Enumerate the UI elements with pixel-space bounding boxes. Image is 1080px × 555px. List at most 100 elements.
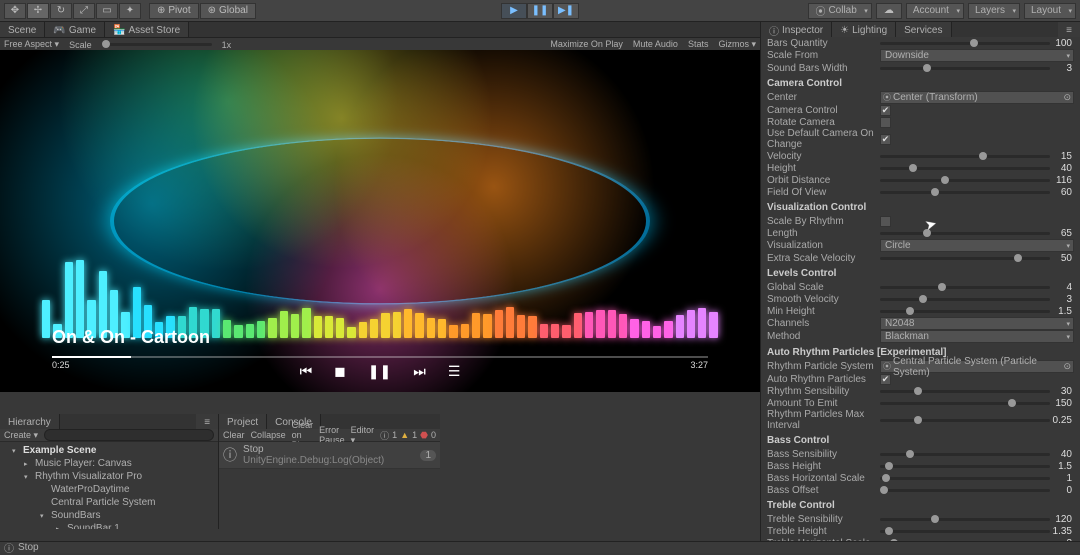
account-dropdown[interactable]: Account: [906, 3, 964, 19]
log-message: Stop: [243, 444, 384, 455]
time-elapsed: 0:25: [52, 360, 70, 370]
slider[interactable]: [880, 155, 1050, 158]
log-info-icon: ⓘ: [223, 445, 237, 465]
stop-icon[interactable]: ◼: [334, 363, 346, 380]
section-header: Visualization Control: [761, 198, 1080, 215]
global-toggle[interactable]: ⊛Global: [200, 3, 256, 19]
pause-icon[interactable]: ❚❚: [368, 363, 391, 380]
aspect-dropdown[interactable]: Free Aspect ▾: [4, 39, 59, 50]
pivot-toggle[interactable]: ⊕Pivot: [149, 3, 199, 19]
scale-value: 1x: [222, 40, 232, 50]
info-icon[interactable]: ⓘ: [380, 429, 389, 442]
error-count: 0: [431, 430, 436, 440]
property-label: Rhythm Particles Max Interval: [767, 409, 880, 431]
slider[interactable]: [880, 42, 1050, 45]
slider[interactable]: [880, 67, 1050, 70]
hierarchy-item[interactable]: ▾Rhythm Visualizator Pro: [0, 470, 218, 483]
slider[interactable]: [880, 298, 1050, 301]
slider[interactable]: [880, 518, 1050, 521]
stats-toggle[interactable]: Stats: [688, 39, 709, 50]
slider[interactable]: [880, 530, 1050, 533]
slider[interactable]: [880, 286, 1050, 289]
checkbox[interactable]: ✔: [880, 134, 891, 145]
dropdown[interactable]: Circle: [880, 239, 1074, 252]
hierarchy-search[interactable]: [44, 429, 214, 441]
slider[interactable]: [880, 390, 1050, 393]
seek-bar[interactable]: [52, 356, 708, 358]
inspector-menu-icon[interactable]: ≡: [1058, 22, 1080, 37]
prev-track-icon[interactable]: ⏮: [300, 363, 313, 380]
scale-slider[interactable]: [102, 43, 212, 46]
log-entry[interactable]: ⓘ Stop UnityEngine.Debug:Log(Object) 1: [219, 442, 440, 469]
cloud-icon[interactable]: ☁: [876, 3, 902, 19]
checkbox[interactable]: ✔: [880, 105, 891, 116]
hierarchy-item[interactable]: ▸SoundBar 1: [0, 522, 218, 529]
maximize-toggle[interactable]: Maximize On Play: [550, 39, 623, 50]
slider[interactable]: [880, 465, 1050, 468]
rotate-tool[interactable]: ↻: [50, 3, 72, 19]
scale-tool[interactable]: ⤢: [73, 3, 95, 19]
section-header: Camera Control: [761, 74, 1080, 91]
layers-dropdown[interactable]: Layers: [968, 3, 1020, 19]
slider[interactable]: [880, 402, 1050, 405]
hierarchy-menu-icon[interactable]: ≡: [196, 414, 218, 429]
object-field[interactable]: Central Particle System (Particle System…: [880, 360, 1074, 373]
error-icon[interactable]: ⬣: [420, 430, 428, 441]
gizmos-dropdown[interactable]: Gizmos ▾: [718, 39, 756, 50]
hierarchy-item[interactable]: ▾SoundBars: [0, 509, 218, 522]
property-label: Use Default Camera On Change: [767, 128, 880, 150]
property-label: Rhythm Sensibility: [767, 386, 880, 397]
playlist-icon[interactable]: ☰: [448, 363, 461, 380]
tab-game[interactable]: 🎮Game: [45, 22, 105, 37]
tab-inspector[interactable]: ⓘInspector: [761, 22, 832, 37]
console-clear[interactable]: Clear: [223, 430, 245, 440]
property-label: Bass Horizontal Scale: [767, 473, 880, 484]
slider[interactable]: [880, 191, 1050, 194]
play-button[interactable]: ▶: [501, 3, 527, 19]
collab-dropdown[interactable]: ⦿Collab: [808, 3, 871, 19]
pause-button[interactable]: ❚❚: [527, 3, 553, 19]
hand-tool[interactable]: ✥: [4, 3, 26, 19]
tab-asset-store[interactable]: 🏪Asset Store: [105, 22, 189, 37]
console-collapse[interactable]: Collapse: [251, 430, 286, 440]
hierarchy-item[interactable]: ▾Example Scene: [0, 444, 218, 457]
slider[interactable]: [880, 489, 1050, 492]
checkbox[interactable]: [880, 117, 891, 128]
next-track-icon[interactable]: ⏭: [413, 363, 426, 380]
tab-services[interactable]: Services: [896, 22, 951, 37]
tab-lighting[interactable]: ☀Lighting: [832, 22, 896, 37]
slider[interactable]: [880, 232, 1050, 235]
checkbox[interactable]: [880, 216, 891, 227]
slider[interactable]: [880, 167, 1050, 170]
hierarchy-item[interactable]: ▸Music Player: Canvas: [0, 457, 218, 470]
layout-dropdown[interactable]: Layout: [1024, 3, 1076, 19]
section-header: Bass Control: [761, 431, 1080, 448]
dropdown[interactable]: N2048: [880, 317, 1074, 330]
slider[interactable]: [880, 419, 1050, 422]
dropdown[interactable]: Downside: [880, 49, 1074, 62]
mute-toggle[interactable]: Mute Audio: [633, 39, 678, 50]
tab-hierarchy[interactable]: Hierarchy: [0, 414, 60, 429]
scale-label: Scale: [69, 40, 92, 50]
hierarchy-item[interactable]: WaterProDaytime: [0, 483, 218, 496]
slider[interactable]: [880, 453, 1050, 456]
property-label: Scale By Rhythm: [767, 216, 880, 227]
checkbox[interactable]: ✔: [880, 374, 891, 385]
transform-tool[interactable]: ✦: [119, 3, 141, 19]
warn-icon[interactable]: ▲: [400, 430, 409, 440]
property-label: Treble Sensibility: [767, 514, 880, 525]
slider[interactable]: [880, 257, 1050, 260]
dropdown[interactable]: Blackman: [880, 330, 1074, 343]
tab-scene[interactable]: Scene: [0, 22, 45, 37]
tab-project[interactable]: Project: [219, 414, 267, 429]
slider[interactable]: [880, 310, 1050, 313]
slider[interactable]: [880, 179, 1050, 182]
info-count: 1: [392, 430, 397, 440]
rect-tool[interactable]: ▭: [96, 3, 118, 19]
step-button[interactable]: ▶❚: [553, 3, 579, 19]
hierarchy-item[interactable]: Central Particle System: [0, 496, 218, 509]
move-tool[interactable]: ✢: [27, 3, 49, 19]
create-dropdown[interactable]: Create ▾: [4, 430, 38, 441]
slider[interactable]: [880, 477, 1050, 480]
object-field[interactable]: Center (Transform): [880, 91, 1074, 104]
